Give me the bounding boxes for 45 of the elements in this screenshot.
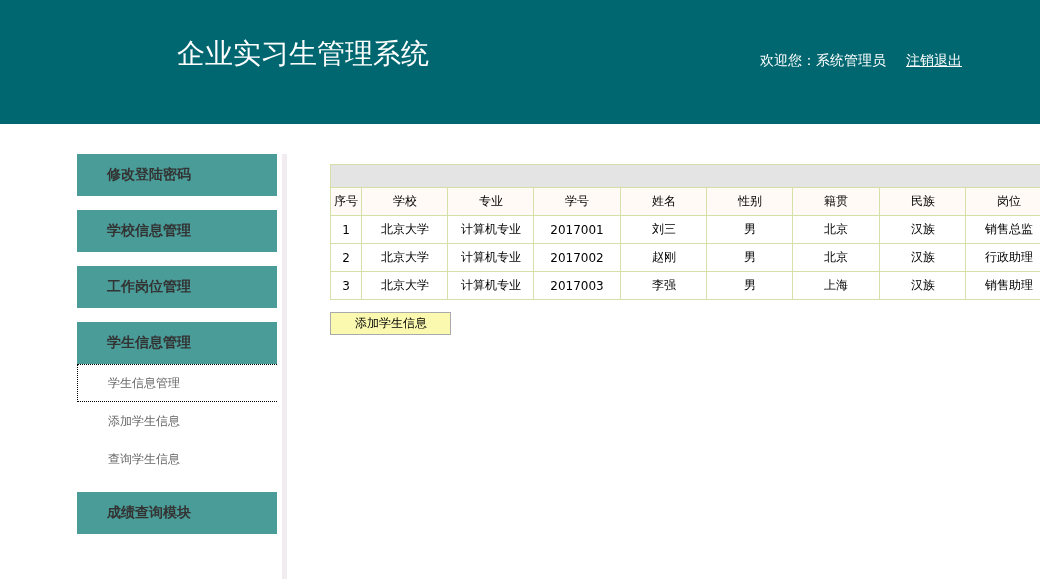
- column-header: 姓名: [620, 187, 707, 216]
- table-cell: 北京: [792, 215, 880, 244]
- column-header: 籍贯: [792, 187, 880, 216]
- table-cell: 赵刚: [620, 243, 707, 272]
- table-cell: 计算机专业: [447, 243, 534, 272]
- menu-item[interactable]: 添加学生信息: [77, 402, 277, 440]
- menu-group[interactable]: 成绩查询模块: [77, 492, 277, 534]
- column-header: 序号: [330, 187, 362, 216]
- table-cell: 1: [330, 215, 362, 244]
- table-cell: 2017002: [533, 243, 621, 272]
- table-cell: 北京大学: [361, 271, 448, 300]
- menu-group[interactable]: 学生信息管理: [77, 322, 277, 364]
- column-header: 学号: [533, 187, 621, 216]
- logout-link[interactable]: 注销退出: [906, 52, 962, 70]
- table-cell: 汉族: [879, 243, 966, 272]
- table-cell: 计算机专业: [447, 271, 534, 300]
- menu-group[interactable]: 工作岗位管理: [77, 266, 277, 308]
- table-cell: 汉族: [879, 215, 966, 244]
- table-cell: 计算机专业: [447, 215, 534, 244]
- column-header: 学校: [361, 187, 448, 216]
- table-cell: 北京: [792, 243, 880, 272]
- table-cell: 2017003: [533, 271, 621, 300]
- table-cell: 男: [706, 215, 793, 244]
- table-cell: 2017001: [533, 215, 621, 244]
- table-cell: 上海: [792, 271, 880, 300]
- menu-group[interactable]: 学校信息管理: [77, 210, 277, 252]
- column-header: 民族: [879, 187, 966, 216]
- table-cell: 2: [330, 243, 362, 272]
- column-header: 专业: [447, 187, 534, 216]
- table-cell: 李强: [620, 271, 707, 300]
- table-cell: 男: [706, 243, 793, 272]
- welcome-text: 欢迎您：系统管理员: [760, 52, 886, 70]
- table-cell: 汉族: [879, 271, 966, 300]
- table-cell: 男: [706, 271, 793, 300]
- menu-group[interactable]: 修改登陆密码: [77, 154, 277, 196]
- menu-item[interactable]: 查询学生信息: [77, 440, 277, 478]
- column-header: 岗位: [965, 187, 1040, 216]
- column-header: 性别: [706, 187, 793, 216]
- table-cell: 北京大学: [361, 215, 448, 244]
- add-student-button[interactable]: 添加学生信息: [330, 312, 451, 335]
- menu-item[interactable]: 学生信息管理: [77, 364, 277, 402]
- table-cell: 北京大学: [361, 243, 448, 272]
- table-cell: 刘三: [620, 215, 707, 244]
- app-title: 企业实习生管理系统: [177, 36, 430, 72]
- table-cell: 3: [330, 271, 362, 300]
